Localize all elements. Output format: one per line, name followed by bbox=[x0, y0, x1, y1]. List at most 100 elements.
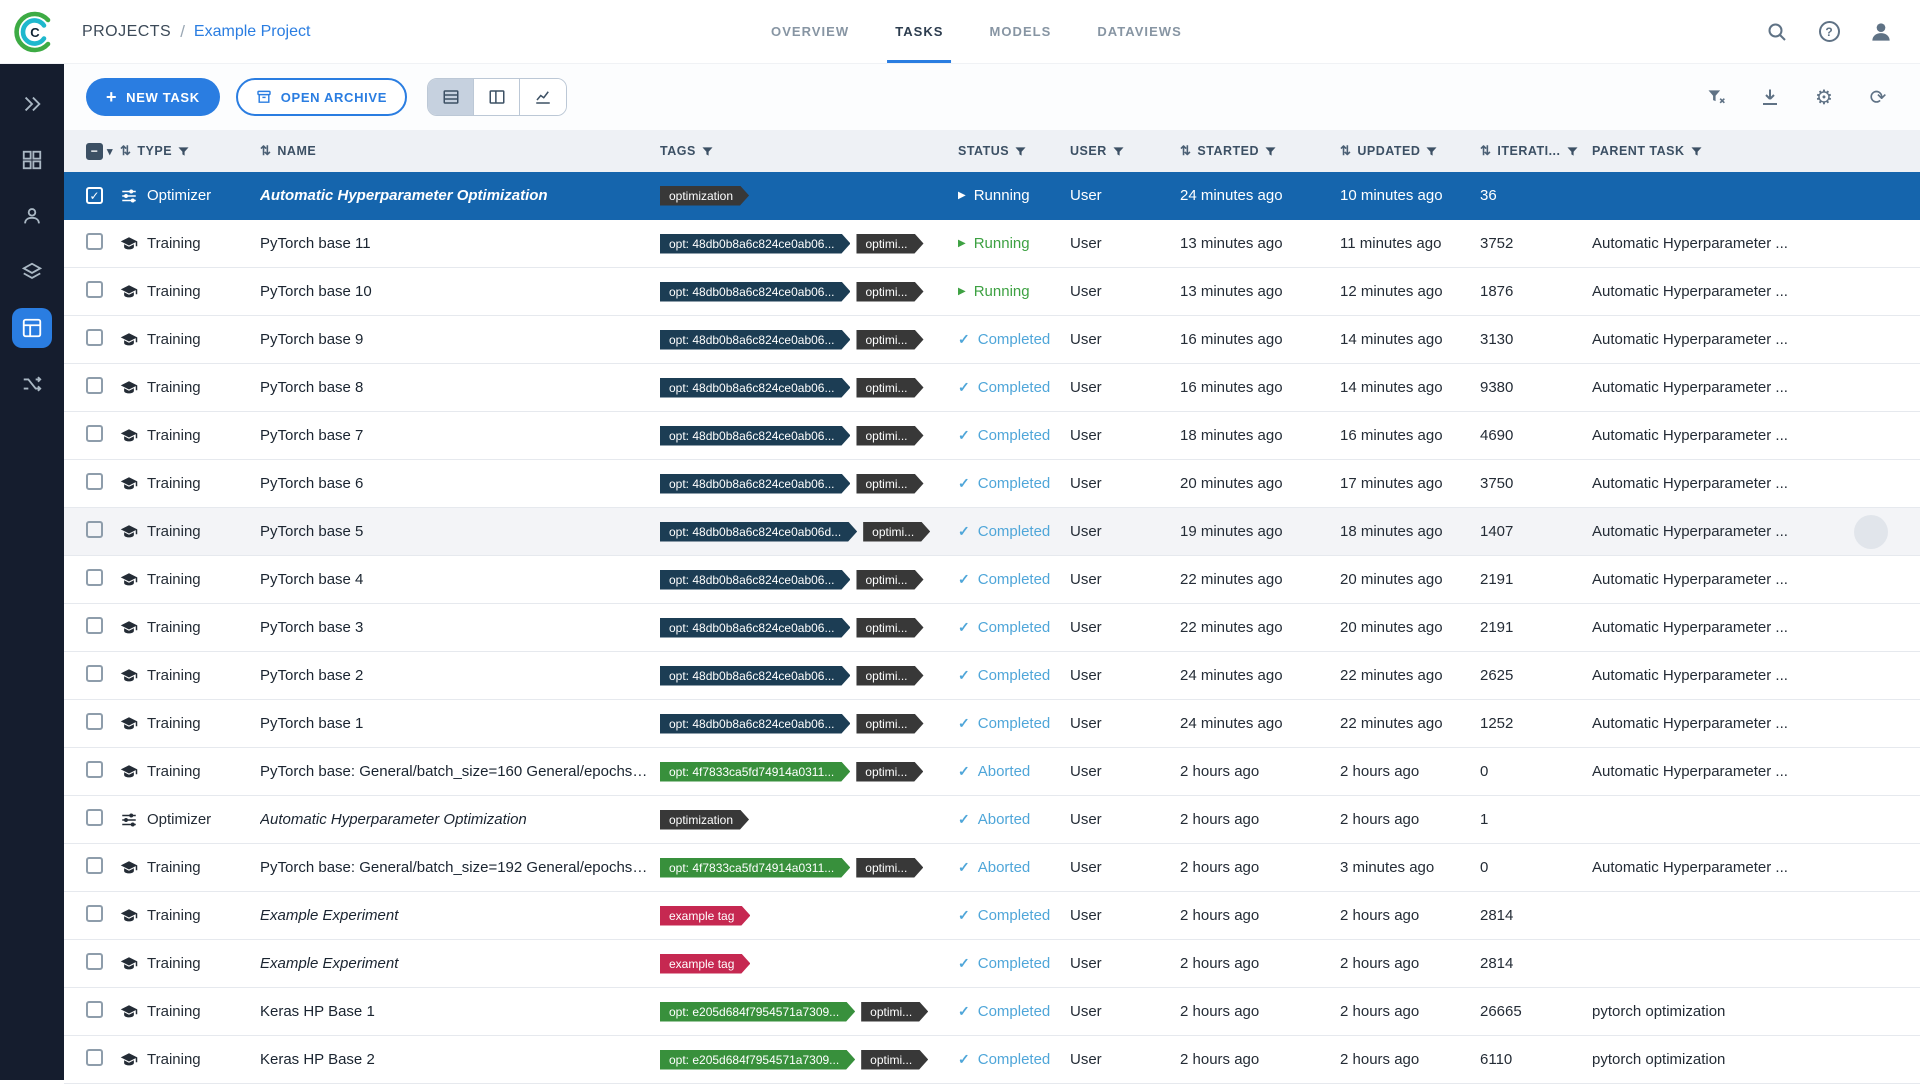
row-hover-button[interactable] bbox=[1854, 515, 1888, 549]
task-tag[interactable]: optimi... bbox=[856, 282, 923, 302]
task-tag[interactable]: example tag bbox=[660, 906, 750, 926]
task-tag[interactable]: optimi... bbox=[856, 234, 923, 254]
task-name[interactable]: PyTorch base 1 bbox=[260, 715, 660, 732]
task-row[interactable]: TrainingExample Experimentexample tag✓Co… bbox=[64, 892, 1920, 940]
breadcrumb-current-project[interactable]: Example Project bbox=[194, 23, 311, 41]
task-tag[interactable]: optimi... bbox=[856, 714, 923, 734]
task-name[interactable]: PyTorch base 10 bbox=[260, 283, 660, 300]
task-tag[interactable]: opt: 48db0b8a6c824ce0ab06... bbox=[660, 282, 850, 302]
select-dropdown-icon[interactable]: ▾ bbox=[107, 145, 113, 158]
task-tag[interactable]: optimi... bbox=[856, 474, 923, 494]
row-checkbox[interactable] bbox=[86, 857, 103, 874]
tab-tasks[interactable]: TASKS bbox=[895, 0, 943, 63]
column-header-iteration[interactable]: ⇅ITERATI... bbox=[1480, 143, 1592, 159]
task-row[interactable]: TrainingExample Experimentexample tag✓Co… bbox=[64, 940, 1920, 988]
task-name[interactable]: PyTorch base 6 bbox=[260, 475, 660, 492]
task-row[interactable]: TrainingPyTorch base 1opt: 48db0b8a6c824… bbox=[64, 700, 1920, 748]
task-row[interactable]: TrainingPyTorch base 5opt: 48db0b8a6c824… bbox=[64, 508, 1920, 556]
user-avatar-icon[interactable] bbox=[1868, 19, 1894, 45]
task-name[interactable]: Automatic Hyperparameter Optimization bbox=[260, 187, 660, 204]
sidebar-item-dashboard[interactable] bbox=[12, 84, 52, 124]
task-tag[interactable]: optimization bbox=[660, 810, 749, 830]
clearml-logo[interactable]: C bbox=[12, 9, 58, 55]
column-header-name[interactable]: ⇅NAME bbox=[260, 143, 660, 159]
row-checkbox[interactable] bbox=[86, 473, 103, 490]
task-name[interactable]: PyTorch base 2 bbox=[260, 667, 660, 684]
row-checkbox[interactable] bbox=[86, 809, 103, 826]
task-name[interactable]: Example Experiment bbox=[260, 955, 660, 972]
task-row[interactable]: TrainingKeras HP Base 1opt: e205d684f795… bbox=[64, 988, 1920, 1036]
task-tag[interactable]: opt: 48db0b8a6c824ce0ab06... bbox=[660, 714, 850, 734]
task-name[interactable]: PyTorch base 4 bbox=[260, 571, 660, 588]
task-row[interactable]: TrainingPyTorch base 11opt: 48db0b8a6c82… bbox=[64, 220, 1920, 268]
task-row[interactable]: OptimizerAutomatic Hyperparameter Optimi… bbox=[64, 796, 1920, 844]
task-tag[interactable]: opt: 48db0b8a6c824ce0ab06... bbox=[660, 234, 850, 254]
task-tag[interactable]: optimi... bbox=[856, 762, 923, 782]
sidebar-item-models[interactable] bbox=[12, 252, 52, 292]
task-tag[interactable]: opt: 4f7833ca5fd74914a0311... bbox=[660, 762, 850, 782]
table-view-button[interactable] bbox=[428, 79, 474, 115]
new-task-button[interactable]: + NEW TASK bbox=[86, 78, 220, 116]
task-name[interactable]: Example Experiment bbox=[260, 907, 660, 924]
tab-models[interactable]: MODELS bbox=[989, 0, 1051, 63]
filter-icon[interactable] bbox=[1567, 146, 1578, 157]
task-tag[interactable]: opt: e205d684f7954571a7309... bbox=[660, 1002, 855, 1022]
column-header-tags[interactable]: TAGS bbox=[660, 144, 958, 158]
task-name[interactable]: PyTorch base 5 bbox=[260, 523, 660, 540]
row-checkbox[interactable] bbox=[86, 905, 103, 922]
task-row[interactable]: TrainingPyTorch base 7opt: 48db0b8a6c824… bbox=[64, 412, 1920, 460]
sort-icon[interactable]: ⇅ bbox=[1340, 143, 1351, 159]
column-header-user[interactable]: USER bbox=[1070, 144, 1180, 158]
sidebar-item-projects[interactable] bbox=[12, 308, 52, 348]
task-tag[interactable]: optimi... bbox=[863, 522, 930, 542]
column-header-started[interactable]: ⇅STARTED bbox=[1180, 143, 1340, 159]
task-row[interactable]: TrainingPyTorch base: General/batch_size… bbox=[64, 844, 1920, 892]
breadcrumb-projects[interactable]: PROJECTS bbox=[82, 23, 171, 41]
task-name[interactable]: PyTorch base 3 bbox=[260, 619, 660, 636]
auto-refresh-icon[interactable]: ⟳ bbox=[1866, 85, 1890, 109]
task-name[interactable]: Keras HP Base 1 bbox=[260, 1003, 660, 1020]
settings-gear-icon[interactable]: ⚙ bbox=[1812, 85, 1836, 109]
filter-icon[interactable] bbox=[178, 146, 189, 157]
task-tag[interactable]: optimi... bbox=[856, 330, 923, 350]
task-tag[interactable]: optimi... bbox=[856, 858, 923, 878]
sidebar-item-pipelines[interactable] bbox=[12, 364, 52, 404]
help-icon[interactable]: ? bbox=[1816, 19, 1842, 45]
task-row[interactable]: TrainingPyTorch base 6opt: 48db0b8a6c824… bbox=[64, 460, 1920, 508]
row-checkbox[interactable] bbox=[86, 761, 103, 778]
task-tag[interactable]: optimization bbox=[660, 186, 749, 206]
task-tag[interactable]: optimi... bbox=[856, 378, 923, 398]
task-tag[interactable]: opt: 48db0b8a6c824ce0ab06... bbox=[660, 666, 850, 686]
task-tag[interactable]: optimi... bbox=[856, 666, 923, 686]
task-name[interactable]: PyTorch base 9 bbox=[260, 331, 660, 348]
filter-icon[interactable] bbox=[702, 146, 713, 157]
task-tag[interactable]: opt: 48db0b8a6c824ce0ab06d... bbox=[660, 522, 857, 542]
column-header-status[interactable]: STATUS bbox=[958, 144, 1070, 158]
task-tag[interactable]: optimi... bbox=[861, 1002, 928, 1022]
task-tag[interactable]: optimi... bbox=[861, 1050, 928, 1070]
sort-icon[interactable]: ⇅ bbox=[260, 143, 271, 159]
task-tag[interactable]: opt: 48db0b8a6c824ce0ab06... bbox=[660, 474, 850, 494]
filter-icon[interactable] bbox=[1113, 146, 1124, 157]
row-checkbox[interactable] bbox=[86, 521, 103, 538]
task-tag[interactable]: opt: 48db0b8a6c824ce0ab06... bbox=[660, 618, 850, 638]
row-checkbox[interactable] bbox=[86, 713, 103, 730]
tab-dataviews[interactable]: DATAVIEWS bbox=[1097, 0, 1181, 63]
row-checkbox[interactable] bbox=[86, 281, 103, 298]
task-name[interactable]: PyTorch base 8 bbox=[260, 379, 660, 396]
tab-overview[interactable]: OVERVIEW bbox=[771, 0, 849, 63]
filter-icon[interactable] bbox=[1691, 146, 1702, 157]
open-archive-button[interactable]: OPEN ARCHIVE bbox=[236, 78, 407, 116]
task-tag[interactable]: optimi... bbox=[856, 618, 923, 638]
column-header-parent[interactable]: PARENT TASK bbox=[1592, 144, 1920, 158]
row-checkbox[interactable] bbox=[86, 377, 103, 394]
task-tag[interactable]: opt: 48db0b8a6c824ce0ab06... bbox=[660, 570, 850, 590]
split-view-button[interactable] bbox=[474, 79, 520, 115]
task-row[interactable]: ✓OptimizerAutomatic Hyperparameter Optim… bbox=[64, 172, 1920, 220]
task-tag[interactable]: opt: 48db0b8a6c824ce0ab06... bbox=[660, 378, 850, 398]
sort-icon[interactable]: ⇅ bbox=[120, 143, 131, 159]
column-header-type[interactable]: ⇅TYPE bbox=[120, 143, 260, 159]
task-tag[interactable]: optimi... bbox=[856, 426, 923, 446]
row-checkbox[interactable] bbox=[86, 569, 103, 586]
row-checkbox[interactable] bbox=[86, 329, 103, 346]
